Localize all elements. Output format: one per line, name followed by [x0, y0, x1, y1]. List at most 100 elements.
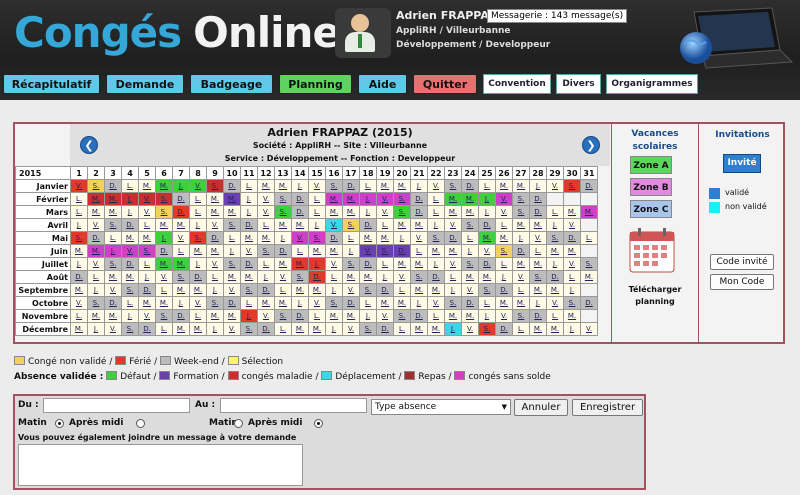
day-cell[interactable]: J. [359, 205, 377, 219]
day-cell[interactable]: L. [240, 296, 258, 310]
day-cell[interactable]: M. [580, 270, 598, 284]
day-cell[interactable]: M. [155, 179, 173, 193]
day-cell[interactable]: M. [376, 231, 394, 245]
day-cell[interactable]: M. [104, 309, 122, 323]
day-cell[interactable]: M. [444, 205, 462, 219]
day-cell[interactable]: L. [121, 179, 139, 193]
day-cell[interactable]: M. [223, 205, 241, 219]
day-cell[interactable]: L. [512, 322, 530, 336]
day-cell[interactable]: L. [461, 231, 479, 245]
day-cell[interactable]: M. [223, 309, 241, 323]
day-cell[interactable]: J. [257, 270, 275, 284]
day-cell[interactable]: M. [325, 244, 343, 258]
day-cell[interactable]: M. [104, 192, 122, 206]
du-apres-midi-radio[interactable] [136, 419, 145, 428]
nav-planning[interactable]: Planning [279, 74, 352, 94]
day-cell[interactable]: M. [155, 257, 173, 271]
day-cell[interactable]: V. [308, 296, 326, 310]
day-cell[interactable]: V. [155, 270, 173, 284]
day-cell[interactable]: L. [393, 322, 411, 336]
day-cell[interactable]: J. [240, 309, 258, 323]
day-cell[interactable]: V. [325, 218, 343, 232]
day-cell[interactable]: M. [206, 205, 224, 219]
nav-organigrammes[interactable]: Organigrammes [606, 74, 698, 94]
day-cell[interactable]: V. [274, 270, 292, 284]
day-cell[interactable]: J. [376, 270, 394, 284]
day-cell[interactable]: L. [274, 283, 292, 297]
day-cell[interactable]: L. [359, 179, 377, 193]
day-cell[interactable]: L. [410, 244, 428, 258]
day-cell[interactable]: V. [546, 296, 564, 310]
day-cell[interactable]: V. [444, 257, 462, 271]
day-cell[interactable]: M. [546, 283, 564, 297]
day-cell[interactable]: L. [70, 205, 88, 219]
day-cell[interactable]: M. [206, 309, 224, 323]
day-cell[interactable]: M. [478, 270, 496, 284]
day-cell[interactable]: M. [342, 270, 360, 284]
day-cell[interactable]: J. [359, 192, 377, 206]
day-cell[interactable]: M. [138, 231, 156, 245]
day-cell[interactable]: M. [563, 244, 581, 258]
day-cell[interactable]: V. [104, 283, 122, 297]
day-cell[interactable]: J. [461, 244, 479, 258]
day-cell[interactable]: M. [359, 231, 377, 245]
day-cell[interactable]: M. [444, 309, 462, 323]
day-cell[interactable]: J. [325, 283, 343, 297]
type-absence-select[interactable]: Type absence ▼ [371, 399, 511, 415]
day-cell[interactable]: V. [87, 257, 105, 271]
day-cell[interactable]: V. [563, 218, 581, 232]
day-cell[interactable]: M. [240, 231, 258, 245]
day-cell[interactable]: L. [155, 283, 173, 297]
day-cell[interactable]: M. [325, 309, 343, 323]
zone-b-button[interactable]: Zone B [630, 178, 672, 196]
day-cell[interactable]: V. [563, 257, 581, 271]
day-cell[interactable]: J. [87, 322, 105, 336]
day-cell[interactable]: J. [325, 322, 343, 336]
day-cell[interactable]: L. [563, 270, 581, 284]
day-cell[interactable]: M. [359, 270, 377, 284]
day-cell[interactable]: J. [240, 205, 258, 219]
day-cell[interactable]: L. [172, 244, 190, 258]
day-cell[interactable]: V. [495, 192, 513, 206]
day-cell[interactable]: V. [291, 231, 309, 245]
day-cell[interactable]: V. [121, 244, 139, 258]
day-cell[interactable]: M. [104, 270, 122, 284]
day-cell[interactable]: V. [87, 218, 105, 232]
day-cell[interactable]: J. [512, 231, 530, 245]
day-cell[interactable]: V. [342, 322, 360, 336]
day-cell[interactable]: M. [223, 192, 241, 206]
day-cell[interactable]: V. [308, 179, 326, 193]
day-cell[interactable]: M. [546, 322, 564, 336]
calendar-download-icon[interactable] [628, 226, 678, 274]
day-cell[interactable]: V. [393, 270, 411, 284]
day-cell[interactable]: L. [223, 231, 241, 245]
day-cell[interactable]: M. [189, 322, 207, 336]
day-cell[interactable]: M. [172, 257, 190, 271]
day-cell[interactable]: M. [121, 231, 139, 245]
day-cell[interactable]: M. [155, 218, 173, 232]
day-cell[interactable]: M. [410, 283, 428, 297]
day-cell[interactable]: J. [138, 270, 156, 284]
nav-convention[interactable]: Convention [483, 74, 551, 94]
day-cell[interactable]: L. [189, 309, 207, 323]
mon-code-button[interactable]: Mon Code [710, 274, 774, 290]
enregistrer-button[interactable]: Enregistrer [572, 399, 643, 416]
day-cell[interactable]: M. [70, 244, 88, 258]
day-cell[interactable]: L. [70, 192, 88, 206]
day-cell[interactable]: V. [240, 244, 258, 258]
day-cell[interactable]: M. [274, 179, 292, 193]
day-cell[interactable]: L. [155, 322, 173, 336]
day-cell[interactable]: M. [87, 192, 105, 206]
day-cell[interactable]: J. [444, 283, 462, 297]
day-cell[interactable]: V. [461, 283, 479, 297]
day-cell[interactable]: M. [529, 218, 547, 232]
day-cell[interactable]: J. [478, 205, 496, 219]
day-cell[interactable]: M. [427, 322, 445, 336]
day-cell[interactable]: M. [138, 296, 156, 310]
day-cell[interactable]: M. [104, 205, 122, 219]
day-cell[interactable]: L. [444, 270, 462, 284]
du-matin-radio[interactable] [55, 419, 64, 428]
day-cell[interactable]: M. [410, 257, 428, 271]
day-cell[interactable]: M. [393, 218, 411, 232]
day-cell[interactable]: V. [223, 322, 241, 336]
